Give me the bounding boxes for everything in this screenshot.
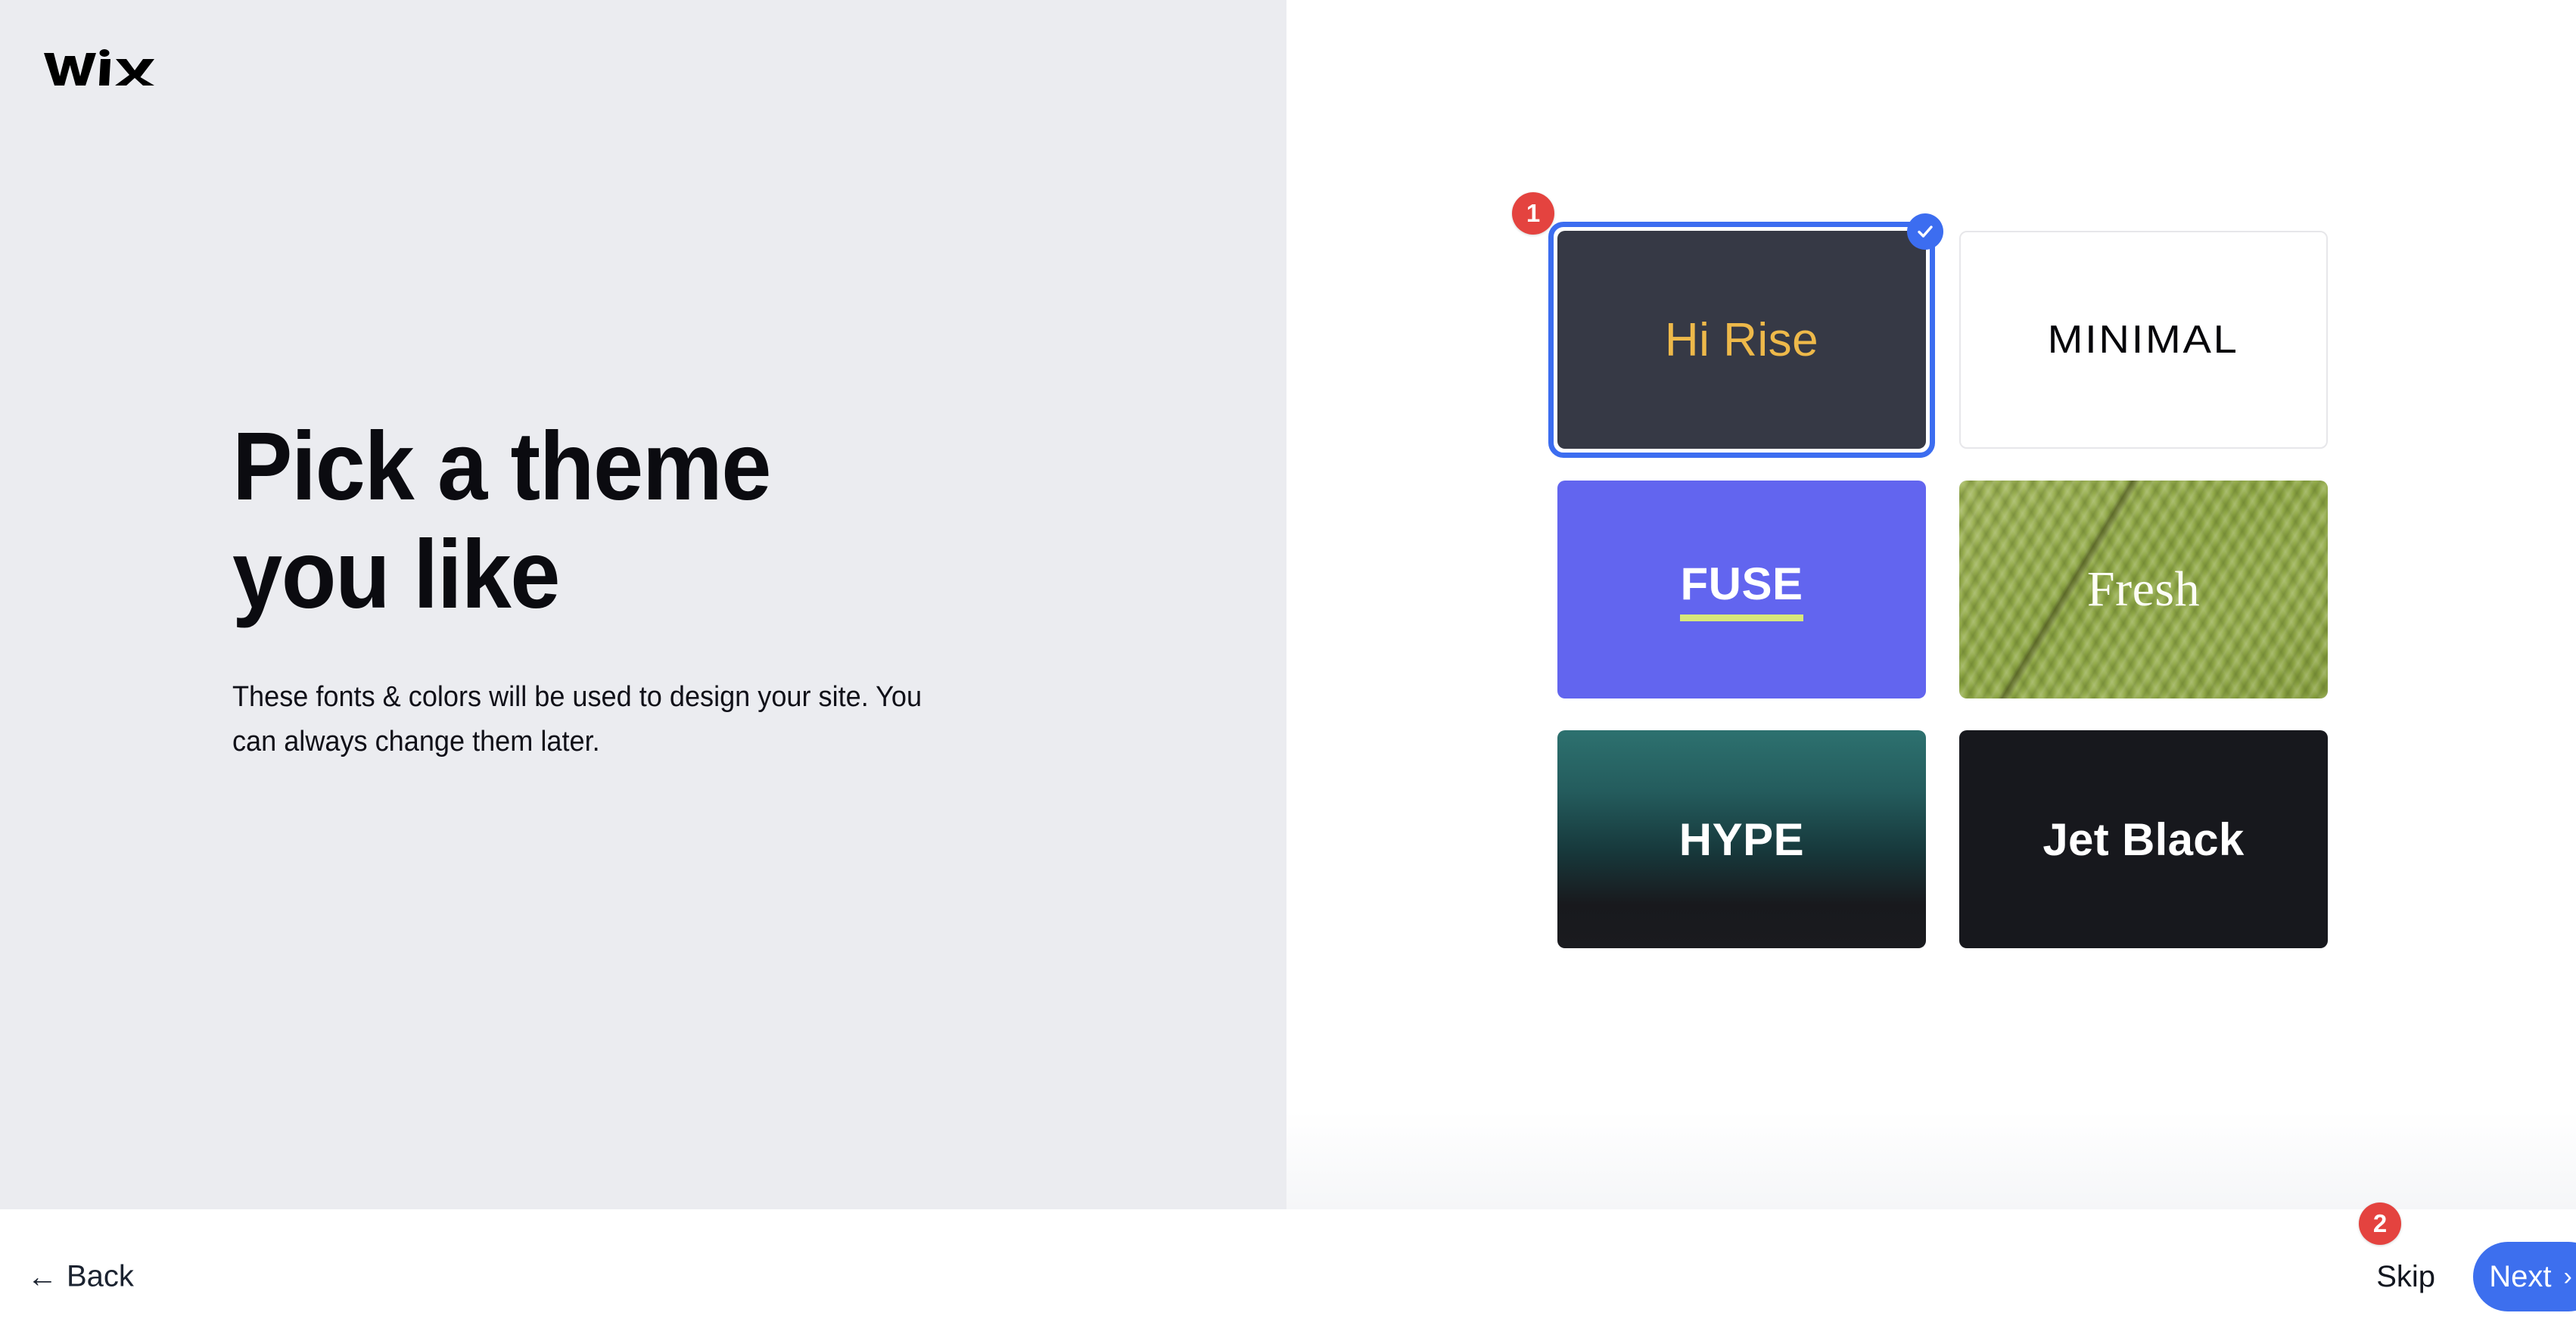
theme-card-label: HYPE (1678, 814, 1805, 865)
left-panel: Pick a theme you like These fonts & colo… (0, 0, 1286, 1209)
next-button[interactable]: Next › (2473, 1242, 2576, 1311)
theme-card-fuse[interactable]: FUSE (1557, 481, 1926, 698)
theme-card-hype[interactable]: HYPE (1557, 730, 1926, 948)
footer-actions: Skip Next › (2376, 1242, 2576, 1311)
theme-card-label: MINIMAL (2048, 318, 2239, 362)
back-button-label: Back (67, 1259, 134, 1293)
check-icon (1907, 213, 1943, 250)
theme-card-minimal[interactable]: MINIMAL (1959, 231, 2328, 449)
theme-card-label: Hi Rise (1664, 313, 1819, 366)
footer-bar: ← Back Skip Next › (0, 1209, 2576, 1344)
theme-card-label: Fresh (2086, 562, 2201, 617)
chevron-right-icon: › (2563, 1262, 2572, 1291)
theme-card-fresh[interactable]: Fresh (1959, 481, 2328, 698)
theme-card-label: FUSE (1680, 558, 1803, 621)
theme-picker-screen: Pick a theme you like These fonts & colo… (0, 0, 2576, 1344)
theme-card-label: Jet Black (2042, 814, 2245, 865)
theme-card-jet-black[interactable]: Jet Black (1959, 730, 2328, 948)
back-button[interactable]: ← Back (27, 1260, 134, 1294)
annotation-badge-1: 1 (1512, 192, 1554, 235)
theme-card-hi-rise[interactable]: Hi Rise (1548, 213, 1943, 458)
skip-button[interactable]: Skip (2376, 1260, 2435, 1294)
arrow-left-icon: ← (27, 1260, 58, 1293)
next-button-label: Next (2489, 1259, 2552, 1293)
right-panel: Hi Rise MINIMAL FUSE Fresh HYPE Jet Blac… (1286, 0, 2576, 1209)
hero-copy: Pick a theme you like These fonts & colo… (232, 412, 1034, 764)
wix-logo[interactable] (41, 44, 177, 89)
annotation-badge-2: 2 (2359, 1202, 2401, 1245)
page-subtitle: These fonts & colors will be used to des… (232, 680, 922, 758)
theme-card-grid: Hi Rise MINIMAL FUSE Fresh HYPE Jet Blac… (1548, 213, 2328, 948)
page-title: Pick a theme you like (232, 412, 771, 630)
panel-bottom-fade (1286, 1111, 2576, 1209)
